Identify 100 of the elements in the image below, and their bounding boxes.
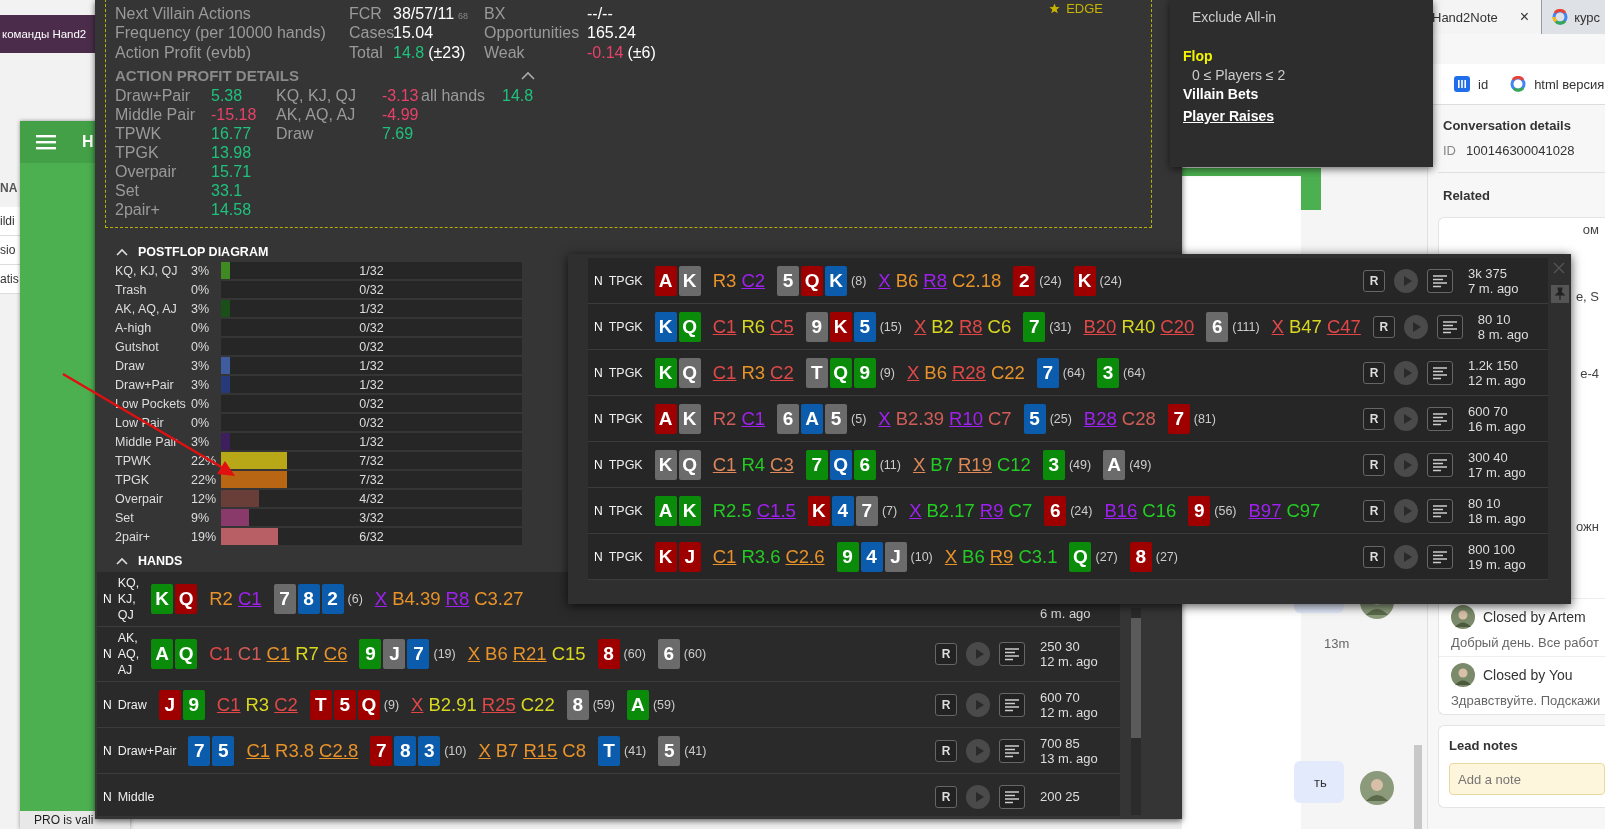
replay-button[interactable]: R	[1363, 407, 1385, 430]
action: C8	[562, 739, 586, 762]
action: C6	[987, 315, 1012, 338]
hand-count: 0/32	[359, 282, 384, 297]
hand-category: Set	[115, 510, 135, 525]
hand-count: 0/32	[359, 415, 384, 430]
notes-button[interactable]	[1427, 452, 1453, 477]
pot-size: (11)	[879, 457, 901, 472]
play-button[interactable]	[1394, 406, 1418, 431]
action: C1	[216, 693, 241, 716]
play-button[interactable]	[1394, 498, 1418, 523]
notes-button[interactable]	[1436, 314, 1463, 339]
action: B6	[962, 545, 985, 568]
text-fragment: е, S	[1575, 289, 1599, 304]
notes-button[interactable]	[1427, 544, 1453, 569]
pin-icon[interactable]	[1551, 285, 1569, 303]
hand-category: TPGK	[608, 456, 643, 473]
lines-icon	[1432, 411, 1448, 426]
pot-size: (64)	[1062, 365, 1086, 380]
replay-button[interactable]: R	[1363, 499, 1385, 522]
replay-button[interactable]: R	[1372, 315, 1395, 338]
card: Q	[678, 357, 701, 388]
action: C1	[712, 453, 737, 476]
card: 5	[658, 735, 681, 766]
action: C3.27	[474, 588, 524, 610]
notes-button[interactable]	[1427, 406, 1453, 431]
stat-label: Cases	[349, 24, 393, 43]
filter-link[interactable]: Player Raises	[1183, 107, 1433, 126]
play-button[interactable]	[1394, 268, 1418, 293]
action: B28	[1083, 407, 1117, 430]
stakes: 300 40	[1468, 449, 1509, 465]
percentage: 0%	[191, 396, 211, 411]
note-input[interactable]: Add a note	[1449, 763, 1605, 795]
play-button[interactable]	[966, 738, 990, 763]
profit-value: 5.38	[211, 87, 244, 105]
replay-button[interactable]: R	[935, 739, 957, 762]
lines-icon	[1004, 789, 1020, 804]
menu-icon[interactable]	[36, 134, 56, 150]
card: 8	[597, 639, 620, 669]
card: T	[805, 357, 828, 388]
browser-tab[interactable]: Hand2Note ×	[1432, 0, 1543, 34]
notes-button[interactable]	[1427, 360, 1453, 385]
action: C1	[237, 643, 262, 665]
avatar	[1360, 771, 1394, 805]
play-button[interactable]	[966, 784, 990, 809]
card: K	[654, 311, 677, 342]
action: R8	[958, 315, 983, 338]
pot-size: (49)	[1129, 457, 1152, 472]
card: 5	[1023, 403, 1046, 434]
play-button[interactable]	[966, 692, 990, 717]
browser-tab[interactable]: курс	[1542, 9, 1601, 25]
notes-button[interactable]	[1427, 268, 1453, 293]
play-button[interactable]	[1394, 452, 1418, 477]
replay-button[interactable]: R	[1363, 453, 1385, 476]
pot-size: (41)	[624, 743, 647, 758]
notes-button[interactable]	[999, 642, 1025, 666]
notes-button[interactable]	[999, 692, 1025, 717]
close-icon[interactable]: ×	[1519, 8, 1530, 26]
card: 9	[182, 689, 205, 720]
hand-category: KQ, KJ, QJ	[276, 87, 357, 105]
replay-button[interactable]: R	[935, 785, 957, 808]
percentage: 0%	[191, 282, 211, 297]
conversation-title[interactable]: Closed by Artem	[1483, 609, 1586, 625]
replay-button[interactable]: R	[1363, 545, 1385, 568]
action: C1	[246, 739, 271, 762]
play-button[interactable]	[1394, 360, 1418, 385]
scrollbar[interactable]	[1414, 745, 1422, 829]
close-icon[interactable]	[1553, 262, 1565, 274]
pot-size: (19)	[433, 647, 456, 661]
play-button[interactable]	[966, 642, 990, 666]
stakes: 80 10	[1477, 311, 1512, 327]
conversation-title[interactable]: Closed by You	[1483, 667, 1573, 683]
bookmark[interactable]: id	[1454, 76, 1489, 92]
notes-button[interactable]	[1427, 498, 1453, 523]
scrollbar-track[interactable]	[1131, 608, 1141, 815]
hand-count: 1/32	[359, 377, 384, 392]
action: B7	[495, 739, 519, 762]
collapse-icon[interactable]	[521, 71, 535, 80]
play-button[interactable]	[1403, 314, 1428, 339]
stakes: 800 100	[1468, 541, 1516, 557]
hand-category: Draw+Pair	[117, 742, 177, 759]
action: B2.17	[926, 499, 975, 522]
lines-icon	[1432, 549, 1448, 564]
card: Q	[829, 357, 852, 388]
notes-button[interactable]	[999, 784, 1025, 809]
time-ago: 16 m. ago	[1468, 418, 1527, 434]
action: R25	[481, 693, 516, 716]
percentage: 0%	[191, 415, 211, 430]
replay-button[interactable]: R	[935, 643, 957, 665]
card: 2	[1013, 265, 1036, 296]
replay-button[interactable]: R	[1363, 361, 1385, 384]
time-ago: 6 m. ago	[1040, 606, 1092, 621]
bookmark[interactable]: html версия	[1510, 76, 1605, 92]
action: R2	[209, 588, 233, 610]
play-button[interactable]	[1394, 544, 1418, 569]
replay-button[interactable]: R	[935, 693, 957, 716]
replay-button[interactable]: R	[1363, 269, 1385, 292]
stakes: 80 10	[1468, 495, 1502, 511]
notes-button[interactable]	[999, 738, 1025, 763]
hand-category: Draw+Pair	[115, 87, 192, 105]
